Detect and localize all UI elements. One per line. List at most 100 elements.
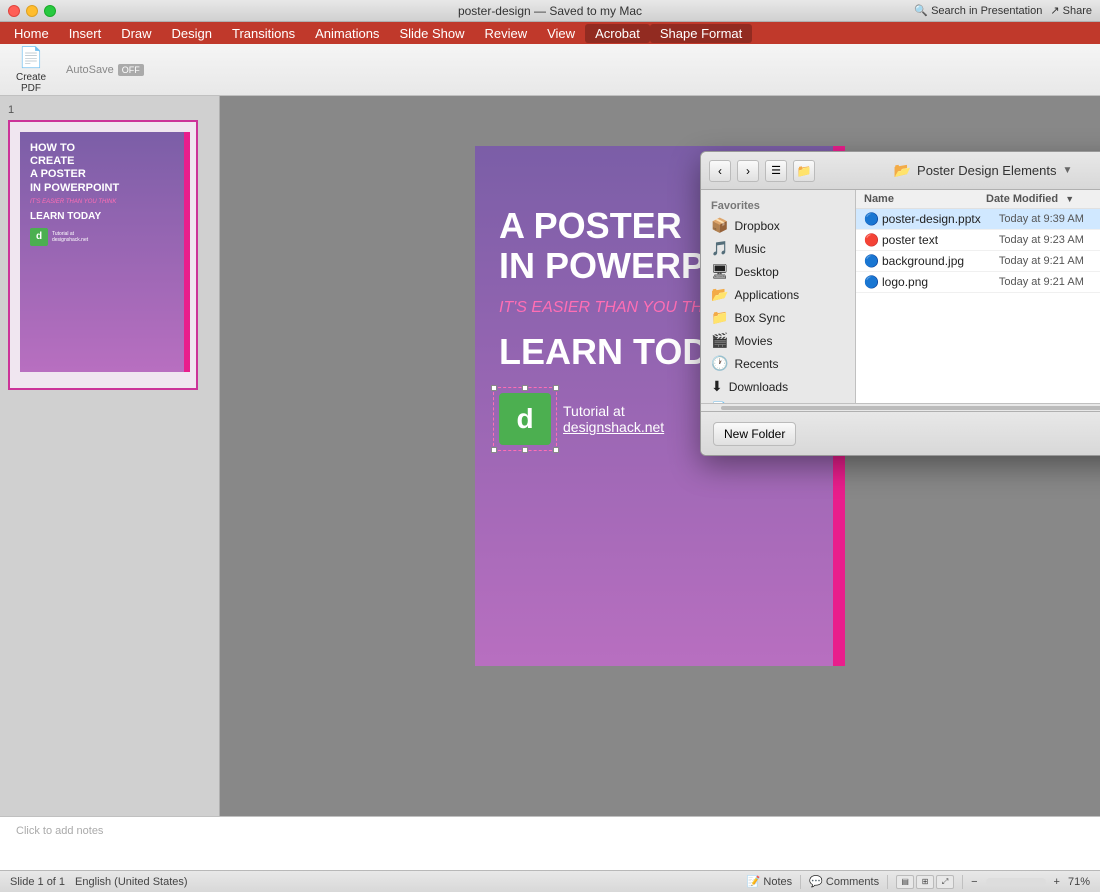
menu-draw[interactable]: Draw	[111, 24, 161, 43]
view-fit-button[interactable]: ⤢	[936, 875, 954, 889]
bottom-separator	[800, 875, 801, 889]
title-bar: poster-design — Saved to my Mac 🔍 Search…	[0, 0, 1100, 22]
menu-slideshow[interactable]: Slide Show	[389, 24, 474, 43]
poster-logo: d	[499, 393, 551, 445]
file-date-background: Today at 9:21 AM	[999, 255, 1100, 267]
sidebar-item-desktop[interactable]: 🖥 Desktop	[701, 260, 855, 283]
poster-tutorial-area: Tutorial at designshack.net	[563, 403, 664, 435]
file-date-logo: Today at 9:21 AM	[999, 276, 1100, 288]
music-icon: 🎵	[711, 240, 728, 257]
sidebar-item-music[interactable]: 🎵 Music	[701, 237, 855, 260]
desktop-icon: 🖥	[711, 263, 729, 280]
dialog-folder-button[interactable]: 📁	[793, 160, 815, 182]
maximize-button[interactable]	[44, 5, 56, 17]
applications-label: Applications	[734, 288, 799, 302]
sidebar-item-downloads[interactable]: ⬇ Downloads	[701, 375, 855, 398]
share-icon[interactable]: ↗ Share	[1050, 4, 1092, 17]
slide-thumbnail[interactable]: HOW TOCREATEA POSTERIN POWERPOINT IT'S E…	[8, 120, 198, 390]
file-row-logo[interactable]: 🔵 logo.png Today at 9:21 AM 1 KB Adobe..…	[856, 272, 1100, 293]
slide-thumb-inner: HOW TOCREATEA POSTERIN POWERPOINT IT'S E…	[20, 132, 190, 372]
file-name-background: background.jpg	[882, 254, 999, 268]
menu-view[interactable]: View	[537, 24, 585, 43]
comments-icon: 💬	[809, 876, 823, 888]
zoom-in-button[interactable]: +	[1054, 876, 1060, 888]
folder-icon: 📂	[894, 162, 911, 179]
sort-chevron-icon: ▼	[1065, 194, 1074, 204]
file-name-poster-text: poster text	[882, 233, 999, 247]
sidebar-item-dropbox[interactable]: 📦 Dropbox	[701, 214, 855, 237]
file-icon-jpg: 🔵	[864, 254, 878, 268]
notes-area[interactable]: Click to add notes	[0, 816, 1100, 870]
dialog-view-button[interactable]: ☰	[765, 160, 787, 182]
poster-logo-wrapper: d	[499, 393, 551, 445]
new-folder-button[interactable]: New Folder	[713, 422, 796, 446]
dialog-body: Favorites 📦 Dropbox 🎵 Music 🖥 Desktop	[701, 190, 1100, 403]
downloads-label: Downloads	[729, 380, 788, 394]
recents-label: Recents	[734, 357, 778, 371]
file-dialog: ‹ › ☰ 📁 📂 Poster Design Elements ▼ Favor…	[700, 151, 1100, 456]
create-pdf-button[interactable]: 📄 CreatePDF	[8, 41, 54, 98]
handle-tl	[491, 385, 497, 391]
menu-transitions[interactable]: Transitions	[222, 24, 305, 43]
slide-thumb-subtitle: IT'S EASIER THAN YOU THINK	[30, 199, 180, 205]
dialog-toolbar: ‹ › ☰ 📁 📂 Poster Design Elements ▼	[701, 152, 1100, 190]
file-row-poster-text[interactable]: 🔴 poster text Today at 9:23 AM 11 KB Mic…	[856, 230, 1100, 251]
sidebar-item-box-sync[interactable]: 📁 Box Sync	[701, 306, 855, 329]
sidebar-item-movies[interactable]: 🎬 Movies	[701, 329, 855, 352]
minimize-button[interactable]	[26, 5, 38, 17]
search-in-presentation[interactable]: 🔍 Search in Presentation	[914, 4, 1042, 17]
handle-bl	[491, 447, 497, 453]
file-icon-docx: 🔴	[864, 233, 878, 247]
file-row-background[interactable]: 🔵 background.jpg Today at 9:21 AM 2.6 MB…	[856, 251, 1100, 272]
notes-icon: 📝	[747, 876, 761, 888]
downloads-icon: ⬇	[711, 378, 723, 395]
file-row-poster-design[interactable]: 🔵 poster-design.pptx Today at 9:39 AM 63…	[856, 209, 1100, 230]
slide-number: 1	[8, 104, 211, 116]
dropbox-label: Dropbox	[734, 219, 779, 233]
notes-placeholder: Click to add notes	[16, 825, 103, 837]
chevron-down-icon: ▼	[1062, 165, 1072, 176]
window-title: poster-design — Saved to my Mac	[458, 4, 642, 18]
file-icon-pptx: 🔵	[864, 212, 878, 226]
dropbox-icon: 📦	[711, 217, 728, 234]
handle-tm	[522, 385, 528, 391]
slide-panel: 1 HOW TOCREATEA POSTERIN POWERPOINT IT'S…	[0, 96, 220, 816]
recents-icon: 🕐	[711, 355, 728, 372]
menu-shape-format[interactable]: Shape Format	[650, 24, 752, 43]
close-button[interactable]	[8, 5, 20, 17]
dialog-location: 📂 Poster Design Elements ▼	[821, 162, 1100, 179]
col-name[interactable]: Name	[864, 193, 986, 205]
zoom-out-button[interactable]: −	[971, 876, 977, 888]
dialog-forward-button[interactable]: ›	[737, 160, 759, 182]
file-icon-png: 🔵	[864, 275, 878, 289]
sidebar-item-applications[interactable]: 📂 Applications	[701, 283, 855, 306]
menu-design[interactable]: Design	[162, 24, 222, 43]
poster-logo-area[interactable]: d Tutorial at designshack	[499, 393, 664, 445]
handle-br	[553, 447, 559, 453]
notes-tab-button[interactable]: 📝 Notes	[747, 875, 793, 888]
bottom-bar: Slide 1 of 1 English (United States) 📝 N…	[0, 870, 1100, 892]
file-name-logo: logo.png	[882, 275, 999, 289]
toolbar: 📄 CreatePDF AutoSave OFF	[0, 44, 1100, 96]
sidebar-item-recents[interactable]: 🕐 Recents	[701, 352, 855, 375]
view-normal-button[interactable]: ▤	[896, 875, 914, 889]
menu-acrobat[interactable]: Acrobat	[585, 24, 650, 43]
menu-review[interactable]: Review	[474, 24, 537, 43]
handle-bm	[522, 447, 528, 453]
slide-thumb-tutorial: Tutorial atdesignshack.net	[52, 231, 88, 243]
poster-tutorial-text: Tutorial at	[563, 403, 664, 419]
menu-insert[interactable]: Insert	[59, 24, 112, 43]
zoom-level: 71%	[1068, 876, 1090, 888]
comments-tab-button[interactable]: 💬 Comments	[809, 875, 879, 888]
box-sync-icon: 📁	[711, 309, 728, 326]
music-label: Music	[734, 242, 765, 256]
slide-thumb-logo: d	[30, 228, 48, 246]
zoom-slider[interactable]	[986, 878, 1046, 886]
dialog-back-button[interactable]: ‹	[709, 160, 731, 182]
file-table-header: Name Date Modified ▼ Size Kind	[856, 190, 1100, 209]
menu-animations[interactable]: Animations	[305, 24, 389, 43]
menu-home[interactable]: Home	[4, 24, 59, 43]
dialog-scrollbar[interactable]	[721, 406, 1100, 410]
view-grid-button[interactable]: ⊞	[916, 875, 934, 889]
col-date[interactable]: Date Modified ▼	[986, 193, 1100, 205]
